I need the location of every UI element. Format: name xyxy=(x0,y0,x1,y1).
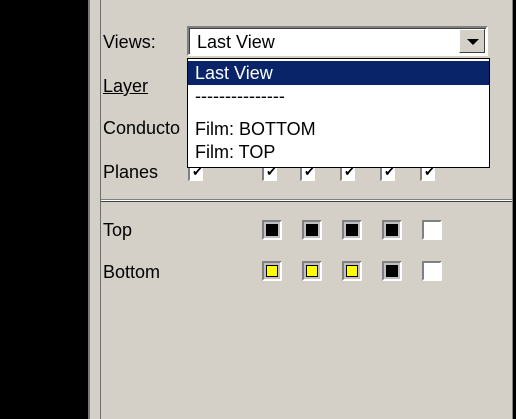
bottom-layer-label: Bottom xyxy=(103,262,161,282)
check-icon: ✔ xyxy=(266,165,277,180)
color-fill xyxy=(346,224,358,236)
planes-checkbox-6[interactable]: ✔ xyxy=(420,166,435,181)
top-color-swatch-1[interactable] xyxy=(262,220,282,240)
color-fill xyxy=(306,224,318,236)
panel-edge xyxy=(100,0,101,419)
color-fill xyxy=(386,265,398,277)
views-combobox[interactable]: Last View xyxy=(187,26,488,56)
bottom-color-swatch-1[interactable] xyxy=(262,261,282,281)
top-color-swatch-4[interactable] xyxy=(382,220,402,240)
bottom-color-swatch-3[interactable] xyxy=(342,261,362,281)
check-icon: ✔ xyxy=(344,165,355,180)
views-option-separator: --------------- xyxy=(195,86,285,106)
color-fill xyxy=(386,224,398,236)
views-option-film-top[interactable]: Film: TOP xyxy=(188,140,489,164)
check-icon: ✔ xyxy=(424,165,435,180)
bottom-color-swatch-4[interactable] xyxy=(382,261,402,281)
top-color-swatch-3[interactable] xyxy=(342,220,362,240)
left-black-region xyxy=(0,0,88,419)
check-icon: ✔ xyxy=(304,165,315,180)
planes-checkbox-3[interactable]: ✔ xyxy=(300,166,315,181)
chevron-down-icon xyxy=(467,39,479,45)
color-fill xyxy=(346,265,358,277)
color-fill xyxy=(266,265,278,277)
planes-checkbox-1[interactable]: ✔ xyxy=(188,166,203,181)
check-icon: ✔ xyxy=(192,165,203,180)
color-fill xyxy=(306,265,318,277)
top-layer-label: Top xyxy=(103,220,133,240)
layer-label: Layer xyxy=(103,76,149,96)
views-dropdown-button[interactable] xyxy=(459,29,485,53)
top-color-swatch-5[interactable] xyxy=(422,220,442,240)
check-icon: ✔ xyxy=(384,165,395,180)
views-dropdown-list[interactable]: Last View --------------- Film: BOTTOM F… xyxy=(187,58,490,168)
section-divider-shadow xyxy=(101,201,512,202)
conductors-label: Conducto xyxy=(103,118,181,138)
bottom-color-swatch-2[interactable] xyxy=(302,261,322,281)
views-combobox-value: Last View xyxy=(197,32,275,52)
planes-checkbox-4[interactable]: ✔ xyxy=(340,166,355,181)
top-color-swatch-2[interactable] xyxy=(302,220,322,240)
views-label: Views: xyxy=(103,32,156,52)
views-option-film-bottom[interactable]: Film: BOTTOM xyxy=(188,117,489,141)
color-fill xyxy=(266,224,278,236)
planes-label: Planes xyxy=(103,162,159,182)
planes-checkbox-2[interactable]: ✔ xyxy=(262,166,277,181)
bottom-color-swatch-5[interactable] xyxy=(422,261,442,281)
planes-checkbox-5[interactable]: ✔ xyxy=(380,166,395,181)
views-option-last-view[interactable]: Last View xyxy=(188,61,489,85)
